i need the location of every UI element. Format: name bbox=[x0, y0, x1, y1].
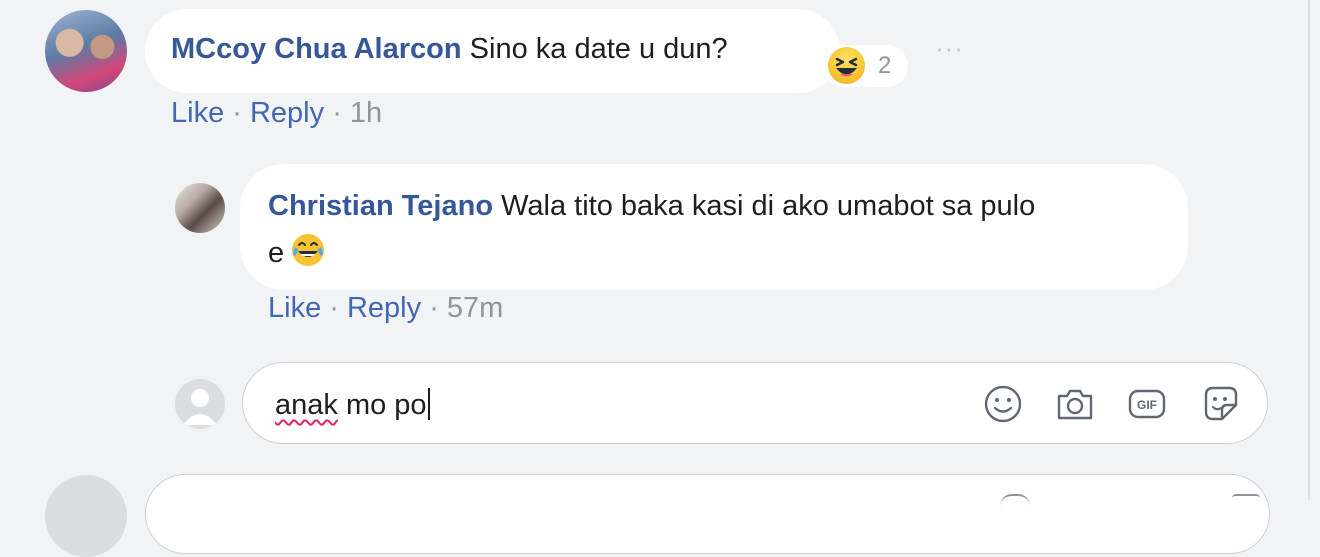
laughing-face-icon bbox=[828, 47, 865, 84]
comment-author-link[interactable]: MCcoy Chua Alarcon bbox=[171, 33, 462, 65]
commenter-avatar[interactable] bbox=[45, 10, 127, 92]
camera-icon[interactable] bbox=[1054, 383, 1096, 425]
text-caret bbox=[427, 388, 430, 420]
tears-of-joy-icon bbox=[290, 232, 326, 268]
input-text-rest: mo po bbox=[337, 389, 427, 421]
like-link[interactable]: Like bbox=[171, 97, 224, 129]
reply-actions: Like · Reply · 57m bbox=[268, 292, 503, 325]
panel-border bbox=[1308, 0, 1310, 500]
reply-input-value[interactable]: anak mo po bbox=[275, 388, 430, 422]
separator: · bbox=[324, 97, 350, 129]
misspelled-word: anak bbox=[275, 389, 338, 421]
comment-body: Sino ka date u dun? bbox=[469, 33, 728, 65]
partial-icon[interactable] bbox=[1000, 494, 1030, 506]
reply-link[interactable]: Reply bbox=[250, 97, 324, 129]
separator: · bbox=[421, 292, 447, 324]
reply-link[interactable]: Reply bbox=[347, 292, 421, 324]
comment-timestamp[interactable]: 1h bbox=[350, 97, 382, 129]
separator: · bbox=[321, 292, 347, 324]
reply-body: Wala tito baka kasi di ako umabot sa pul… bbox=[501, 190, 1036, 222]
comment-text: MCcoy Chua Alarcon Sino ka date u dun? bbox=[171, 33, 728, 66]
gif-icon[interactable]: GIF bbox=[1126, 383, 1168, 425]
comment-actions: Like · Reply · 1h bbox=[171, 97, 382, 130]
like-link[interactable]: Like bbox=[268, 292, 321, 324]
reaction-count: 2 bbox=[878, 52, 892, 79]
reply-author-link[interactable]: Christian Tejano bbox=[268, 190, 493, 222]
emoji-icon[interactable] bbox=[982, 383, 1024, 425]
reply-body-cont: e bbox=[268, 237, 285, 269]
sticker-icon[interactable] bbox=[1200, 383, 1242, 425]
partial-icon[interactable] bbox=[1232, 494, 1260, 506]
reply-text-line2: e bbox=[268, 232, 326, 270]
comment-input-field[interactable] bbox=[145, 474, 1270, 554]
current-user-avatar bbox=[175, 379, 225, 429]
replier-avatar[interactable] bbox=[175, 183, 225, 233]
next-avatar bbox=[45, 475, 127, 557]
more-options-icon[interactable]: ··· bbox=[935, 33, 964, 64]
reply-timestamp[interactable]: 57m bbox=[447, 292, 503, 324]
separator: · bbox=[224, 97, 250, 129]
svg-text:GIF: GIF bbox=[1137, 398, 1157, 412]
reply-bubble bbox=[240, 164, 1188, 290]
reply-text-line1: Christian Tejano Wala tito baka kasi di … bbox=[268, 190, 1035, 223]
